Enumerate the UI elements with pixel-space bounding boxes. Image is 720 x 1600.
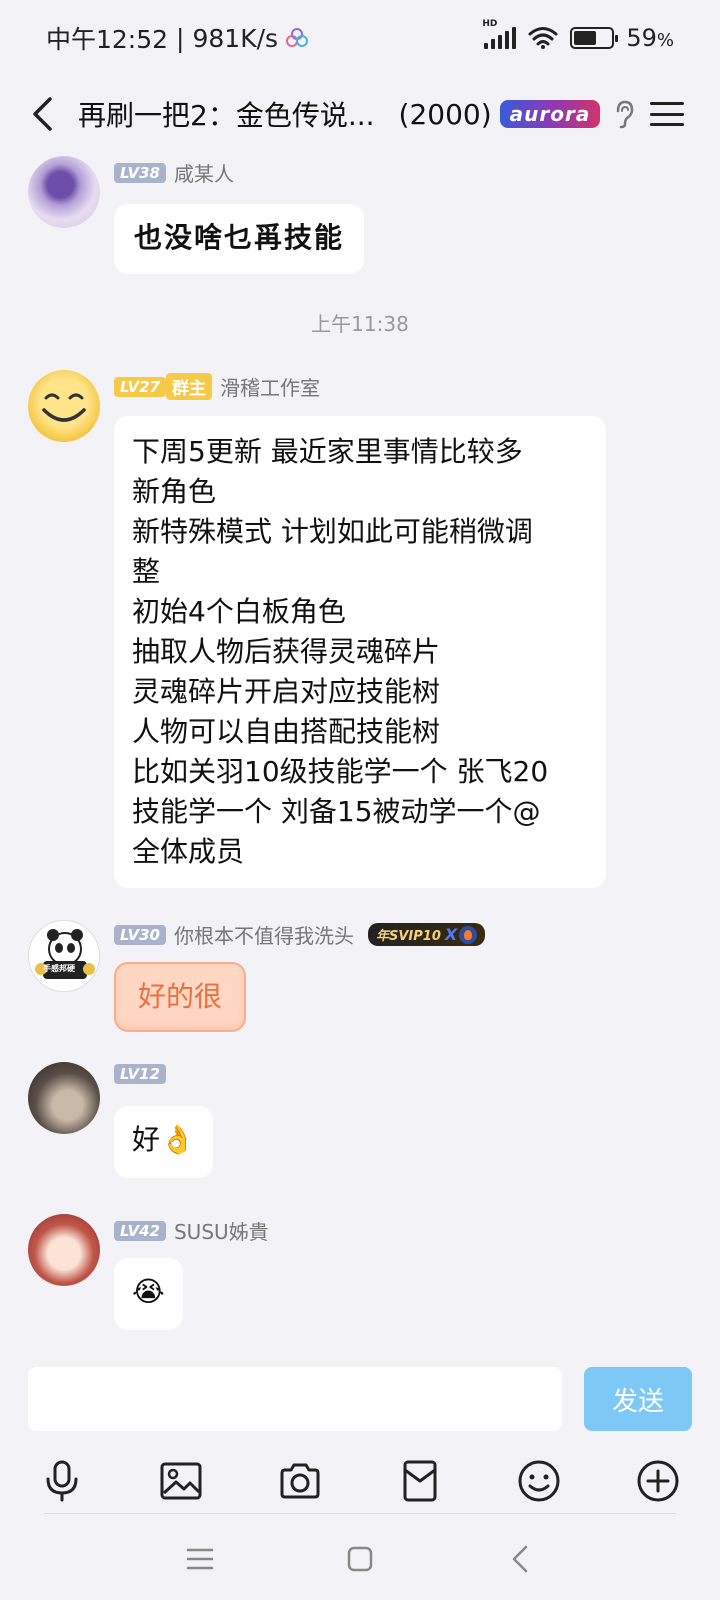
recent-apps-icon (186, 1548, 214, 1569)
message-text: 😭 (132, 1275, 165, 1308)
recent-apps-button[interactable] (120, 1529, 280, 1589)
message-meta: LV27 群主 滑稽工作室 (114, 372, 320, 401)
message-text: 好👌 (132, 1123, 195, 1156)
level-badge: LV12 (114, 1064, 166, 1084)
sender-name[interactable]: 滑稽工作室 (220, 372, 320, 401)
timestamp: 上午11:38 (311, 312, 409, 336)
sender-name[interactable]: SUSU姊貴 (174, 1216, 269, 1245)
chat-title[interactable]: 再刷一把2：金色传说... (78, 94, 375, 134)
divider (44, 1513, 676, 1514)
message-line: 整 (132, 555, 161, 588)
level-badge: LV42 (114, 1220, 166, 1241)
svip-x-icon: X (444, 925, 458, 944)
message-bubble[interactable]: 好的很 (114, 962, 247, 1032)
clock: 中午12:52 (46, 25, 169, 54)
message-bubble[interactable]: 好👌 (114, 1106, 213, 1178)
avatar[interactable] (28, 370, 100, 442)
wifi-icon (528, 27, 558, 49)
signal-icon: HD (482, 19, 517, 49)
message-bubble[interactable]: 下周5更新 最近家里事情比较多 新角色 新特殊模式 计划如此可能稍微调 整 初始… (114, 416, 606, 888)
message-line: 人物可以自由搭配技能树 (132, 715, 441, 748)
nav-back-button[interactable] (440, 1529, 600, 1589)
chat-messages[interactable]: LV38 咸某人 也没啥乜爯技能 上午11:38 LV27 群主 滑稽工作室 下… (0, 152, 720, 1357)
message-input[interactable] (28, 1367, 562, 1431)
message-meta: LV38 咸某人 (114, 158, 234, 187)
send-button[interactable]: 发送 (584, 1367, 692, 1431)
camera-icon (280, 1463, 320, 1499)
message-line: 初始4个白板角色 (132, 595, 346, 628)
owner-tag: 群主 (165, 373, 212, 400)
red-packet-button[interactable] (396, 1457, 444, 1505)
group-badge: aurora (499, 100, 601, 128)
message-meta: LV30 你根本不值得我洗头 年SVIP10 X (114, 920, 486, 949)
message-bubble[interactable]: 😭 (114, 1258, 183, 1330)
svip-badge: 年SVIP10 X (367, 923, 486, 946)
avatar[interactable] (28, 1214, 100, 1286)
member-count: (2000) (398, 97, 492, 131)
chevron-left-icon (33, 97, 52, 131)
back-icon (512, 1545, 528, 1572)
system-navbar (0, 1517, 720, 1600)
panda-icon (35, 929, 95, 979)
message-line: 比如关羽10级技能学一个 张飞20 (132, 755, 549, 788)
battery-percent: 59% (626, 24, 674, 52)
sender-name[interactable]: 你根本不值得我洗头 (174, 920, 354, 949)
avatar[interactable] (28, 156, 100, 228)
message-line: 新角色 (132, 475, 217, 508)
red-packet-icon (403, 1460, 437, 1502)
avatar[interactable]: 手感邦硬 (28, 920, 100, 992)
avatar[interactable] (28, 1062, 100, 1134)
app-notification-icon (286, 28, 309, 47)
emoji-icon (518, 1460, 560, 1502)
level-badge: LV30 (114, 924, 166, 945)
message-line: 新特殊模式 计划如此可能稍微调 (132, 515, 533, 548)
emoji-button[interactable] (515, 1457, 563, 1505)
message-meta: LV42 SUSU姊貴 (114, 1216, 269, 1245)
input-toolbar (0, 1457, 720, 1517)
message-bubble[interactable]: 也没啥乜爯技能 (114, 204, 365, 274)
status-separator: | (176, 23, 185, 53)
microphone-icon (46, 1460, 78, 1502)
level-badge: LV38 (114, 162, 166, 183)
message-line: 抽取人物后获得灵魂碎片 (132, 635, 441, 668)
more-button[interactable] (634, 1457, 682, 1505)
home-icon (347, 1546, 373, 1571)
network-speed: 981K/s (192, 23, 279, 53)
message-text: 好的很 (138, 980, 223, 1013)
menu-icon[interactable] (650, 99, 685, 129)
home-button[interactable] (280, 1529, 440, 1589)
svip-label: 年SVIP10 (375, 929, 441, 944)
smiley-face-icon (42, 393, 86, 422)
title-bar: 再刷一把2：金色传说... (2000) aurora (0, 76, 720, 152)
status-right: HD 59% (482, 19, 674, 52)
level-badge: LV27 (114, 376, 166, 397)
battery-fill (574, 31, 596, 45)
message-meta: LV12 (114, 1064, 174, 1084)
image-button[interactable] (157, 1457, 205, 1505)
avatar-caption: 手感邦硬 (43, 964, 75, 973)
back-button[interactable] (22, 94, 62, 134)
message-line: 灵魂碎片开启对应技能树 (132, 675, 441, 708)
hd-label: HD (482, 19, 498, 29)
plus-icon (637, 1460, 679, 1502)
image-icon (160, 1462, 202, 1500)
voice-button[interactable] (38, 1457, 86, 1505)
ear-icon[interactable] (610, 99, 638, 129)
message-text: 也没啥乜爯技能 (134, 221, 345, 254)
message-line: 下周5更新 最近家里事情比较多 (132, 435, 523, 468)
camera-button[interactable] (276, 1457, 324, 1505)
status-left: 中午12:52 | 981K/s (46, 20, 309, 56)
status-bar: 中午12:52 | 981K/s HD 59% (0, 0, 720, 76)
flame-icon (459, 925, 478, 944)
sender-name[interactable]: 咸某人 (174, 158, 234, 187)
battery-icon (570, 27, 619, 49)
message-line: 全体成员 (132, 835, 245, 868)
input-area: 发送 (0, 1357, 720, 1600)
message-line: 技能学一个 刘备15被动学一个@ (132, 795, 541, 828)
